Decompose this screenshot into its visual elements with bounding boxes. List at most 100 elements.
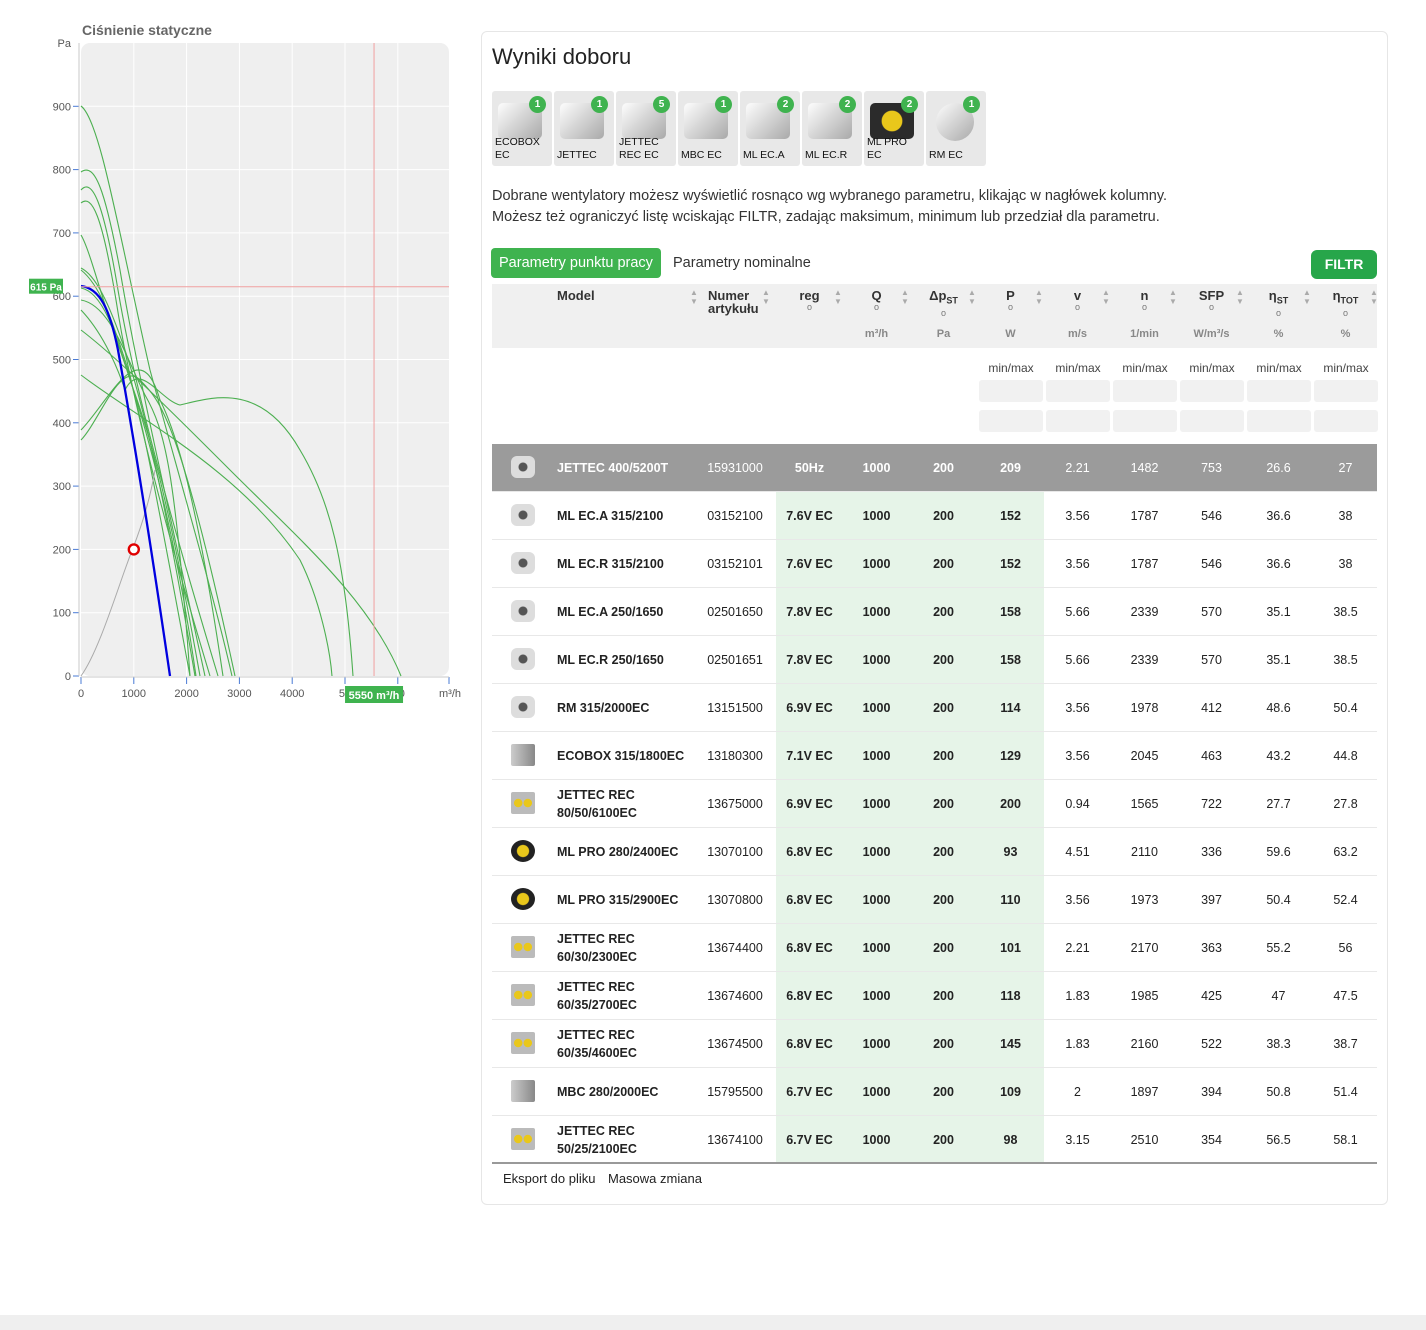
- filter-p: min/max: [979, 360, 1043, 432]
- tab-working-point-params[interactable]: Parametry punktu pracy: [491, 248, 661, 278]
- cell-model[interactable]: JETTEC REC 60/30/2300EC: [557, 924, 692, 971]
- cell-model[interactable]: RM 315/2000EC: [557, 684, 692, 731]
- family-tile[interactable]: 2 ML EC.R: [802, 91, 862, 166]
- cell-model[interactable]: JETTEC REC 50/25/2100EC: [557, 1116, 692, 1163]
- cell-model[interactable]: ML PRO 280/2400EC: [557, 828, 692, 875]
- cell-reg: 6.9V EC: [776, 780, 843, 827]
- export-link[interactable]: Eksport do pliku: [503, 1171, 596, 1186]
- filter-max-input[interactable]: [1180, 410, 1244, 432]
- table-row[interactable]: JETTEC REC 50/25/2100EC 13674100 6.7V EC 10…: [492, 1116, 1377, 1164]
- cell-q: 1000: [843, 588, 910, 635]
- filter-max-input[interactable]: [1314, 410, 1378, 432]
- filter-max-input[interactable]: [979, 410, 1043, 432]
- sort-arrows-icon[interactable]: ▲ ▼: [1035, 288, 1043, 308]
- table-row[interactable]: JETTEC REC 60/35/2700EC 13674600 6.8V EC 10…: [492, 972, 1377, 1020]
- cell-model[interactable]: ECOBOX 315/1800EC: [557, 732, 692, 779]
- col-eta-st[interactable]: ηST o%: [1245, 284, 1312, 348]
- cell-eta-st: 38.3: [1266, 1036, 1291, 1051]
- col-q[interactable]: Qo m³/h: [843, 284, 910, 348]
- cell-model[interactable]: ML EC.A 315/2100: [557, 492, 692, 539]
- table-row[interactable]: JETTEC 400/5200T 15931000 50Hz 1000 200 209 2.…: [492, 444, 1377, 492]
- filter-min-input[interactable]: [1046, 380, 1110, 402]
- sort-arrows-icon[interactable]: ▲ ▼: [1236, 288, 1244, 308]
- table-row[interactable]: ML PRO 280/2400EC 13070100 6.8V EC 1000 200 9…: [492, 828, 1377, 876]
- family-label-text: ML PRO EC: [867, 136, 907, 161]
- cell-model[interactable]: JETTEC REC 80/50/6100EC: [557, 780, 692, 827]
- cell-model[interactable]: MBC 280/2000EC: [557, 1068, 692, 1115]
- family-tile[interactable]: 1 MBC EC: [678, 91, 738, 166]
- filter-min-input[interactable]: [1247, 380, 1311, 402]
- cell-eta-st: 59.6: [1266, 844, 1291, 859]
- sort-arrows-icon[interactable]: ▲ ▼: [1102, 288, 1110, 308]
- sort-arrows-icon[interactable]: ▲ ▼: [968, 288, 976, 308]
- family-tile[interactable]: 1 JETTEC: [554, 91, 614, 166]
- col-unit: %: [1340, 328, 1351, 340]
- filter-max-input[interactable]: [1046, 410, 1110, 432]
- cell-model[interactable]: ML EC.R 250/1650: [557, 636, 692, 683]
- filter-button[interactable]: FILTR: [1311, 250, 1377, 279]
- family-tile[interactable]: 5 JETTEC REC EC: [616, 91, 676, 166]
- col-reg[interactable]: reg o: [776, 284, 843, 348]
- sort-arrows-icon[interactable]: ▲ ▼: [901, 288, 909, 308]
- cell-model[interactable]: ML EC.A 250/1650: [557, 588, 692, 635]
- table-row[interactable]: RM 315/2000EC 13151500 6.9V EC 1000 200 114 3.…: [492, 684, 1377, 732]
- family-label: MBC EC: [681, 136, 737, 162]
- cell-article: 03152101: [707, 556, 763, 571]
- col-p[interactable]: Po W: [977, 284, 1044, 348]
- mass-change-link[interactable]: Masowa zmiana: [608, 1171, 702, 1186]
- col-article[interactable]: Numer artykułu: [708, 284, 768, 348]
- col-sfp[interactable]: SFP o W/m³/s: [1178, 284, 1245, 348]
- col-reference-mark: o: [940, 307, 946, 318]
- filter-min-input[interactable]: [1113, 380, 1177, 402]
- col-model[interactable]: Model: [557, 284, 697, 348]
- cell-model[interactable]: JETTEC 400/5200T: [557, 444, 692, 491]
- sort-arrows-icon[interactable]: ▲ ▼: [1303, 288, 1311, 308]
- cell-model[interactable]: JETTEC REC 60/35/4600EC: [557, 1020, 692, 1067]
- sort-arrows-icon[interactable]: ▲ ▼: [1169, 288, 1177, 308]
- sort-arrows-icon[interactable]: ▲ ▼: [762, 288, 770, 308]
- filter-max-input[interactable]: [1247, 410, 1311, 432]
- cell-q: 1000: [843, 1068, 910, 1115]
- working-point-marker[interactable]: [127, 543, 141, 556]
- filter-min-input[interactable]: [1314, 380, 1378, 402]
- sort-arrows-icon[interactable]: ▲ ▼: [834, 288, 842, 308]
- cell-dp: 200: [910, 972, 977, 1019]
- col-dp[interactable]: ΔpST o Pa: [910, 284, 977, 348]
- static-pressure-chart[interactable]: Ciśnienie statyczne 01002003004005006007…: [0, 0, 470, 720]
- cell-q: 1000: [843, 876, 910, 923]
- table-row[interactable]: ECOBOX 315/1800EC 13180300 7.1V EC 1000 200 1…: [492, 732, 1377, 780]
- cell-q: 1000: [843, 540, 910, 587]
- filter-max-input[interactable]: [1113, 410, 1177, 432]
- table-row[interactable]: ML EC.R 250/1650 02501651 7.8V EC 1000 200 15…: [492, 636, 1377, 684]
- family-tile[interactable]: 1 ECOBOX EC: [492, 91, 552, 166]
- tab-nominal-params[interactable]: Parametry nominalne: [673, 248, 811, 278]
- cell-q: 1000: [843, 1020, 910, 1067]
- col-n[interactable]: n o 1/min: [1111, 284, 1178, 348]
- sort-arrows-icon[interactable]: ▲ ▼: [690, 288, 698, 308]
- cell-n: 1897: [1130, 1084, 1159, 1099]
- cell-model[interactable]: ML PRO 315/2900EC: [557, 876, 692, 923]
- cell-eta-st: 50.8: [1266, 1084, 1291, 1099]
- cell-model[interactable]: JETTEC REC 60/35/2700EC: [557, 972, 692, 1019]
- table-row[interactable]: JETTEC REC 60/35/4600EC 13674500 6.8V EC 10…: [492, 1020, 1377, 1068]
- cell-reg: 50Hz: [794, 460, 825, 475]
- cell-article: 15931000: [707, 460, 763, 475]
- table-row[interactable]: ML PRO 315/2900EC 13070800 6.8V EC 1000 200 1…: [492, 876, 1377, 924]
- table-row[interactable]: ML EC.R 315/2100 03152101 7.6V EC 1000 200 15…: [492, 540, 1377, 588]
- cell-reg: 6.8V EC: [776, 1020, 843, 1067]
- col-eta-tot[interactable]: ηTOT o%: [1312, 284, 1379, 348]
- sort-arrows-icon[interactable]: ▲ ▼: [1370, 288, 1378, 308]
- table-row[interactable]: MBC 280/2000EC 15795500 6.7V EC 1000 200 109 2…: [492, 1068, 1377, 1116]
- family-tile[interactable]: 2 ML PRO EC: [864, 91, 924, 166]
- table-row[interactable]: ML EC.A 250/1650 02501650 7.8V EC 1000 200 15…: [492, 588, 1377, 636]
- table-row[interactable]: JETTEC REC 60/30/2300EC 13674400 6.8V EC 10…: [492, 924, 1377, 972]
- col-q-label: Q: [843, 289, 910, 302]
- col-v[interactable]: v o m/s: [1044, 284, 1111, 348]
- table-row[interactable]: ML EC.A 315/2100 03152100 7.6V EC 1000 200 15…: [492, 492, 1377, 540]
- family-tile[interactable]: 2 ML EC.A: [740, 91, 800, 166]
- table-row[interactable]: JETTEC REC 80/50/6100EC 13675000 6.9V EC 10…: [492, 780, 1377, 828]
- filter-min-input[interactable]: [979, 380, 1043, 402]
- cell-model[interactable]: ML EC.R 315/2100: [557, 540, 692, 587]
- filter-min-input[interactable]: [1180, 380, 1244, 402]
- family-tile[interactable]: 1 RM EC: [926, 91, 986, 166]
